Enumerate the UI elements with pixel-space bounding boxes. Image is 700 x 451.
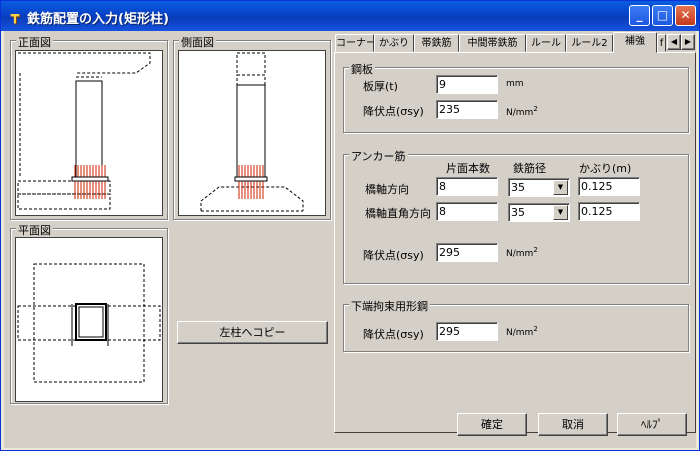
anchor-yield-label: 降伏点(σsy) bbox=[363, 249, 424, 262]
chevron-down-icon[interactable]: ▼ bbox=[553, 205, 568, 220]
anchor-title: アンカー筋 bbox=[349, 148, 408, 164]
tab-rule[interactable]: ルール bbox=[526, 34, 566, 52]
reinforcement-panel: 鋼板 板厚(t) 9 mm 降伏点(σsy) 235 N/mm2 アンカー筋 片… bbox=[334, 52, 696, 433]
bridge-axis-cover-field[interactable]: 0.125 bbox=[578, 177, 640, 196]
bridge-axis-label: 橋軸方向 bbox=[365, 183, 409, 196]
front-view-title: 正面図 bbox=[16, 34, 53, 50]
transverse-axis-diameter-select[interactable]: 35 ▼ bbox=[508, 203, 570, 222]
plan-view-title: 平面図 bbox=[16, 222, 53, 238]
thickness-unit: mm bbox=[506, 79, 524, 89]
close-button[interactable]: ✕ bbox=[675, 5, 696, 26]
tab-hoop-rebar[interactable]: 帯鉄筋 bbox=[414, 34, 459, 52]
plan-view-canvas bbox=[15, 237, 163, 402]
tab-cover[interactable]: かぶり bbox=[374, 34, 414, 52]
steel-plate-group: 鋼板 板厚(t) 9 mm 降伏点(σsy) 235 N/mm2 bbox=[343, 61, 689, 133]
plan-view-drawing bbox=[17, 263, 161, 383]
anchor-cover-header: かぶり(m) bbox=[579, 162, 632, 175]
thickness-label: 板厚(t) bbox=[363, 80, 398, 93]
bottom-steel-group: 下端拘束用形鋼 降伏点(σsy) 295 N/mm2 bbox=[343, 298, 689, 352]
tab-intermediate-hoop[interactable]: 中間帯鉄筋 bbox=[459, 34, 526, 52]
bottom-yield-unit: N/mm2 bbox=[506, 325, 538, 338]
transverse-axis-count-field[interactable]: 8 bbox=[436, 202, 498, 221]
window-title: 鉄筋配置の入力(矩形柱) bbox=[27, 12, 169, 27]
rebar-app-icon: ┳ bbox=[10, 8, 20, 24]
chevron-down-icon[interactable]: ▼ bbox=[553, 180, 568, 195]
thickness-field[interactable]: 9 bbox=[436, 75, 498, 94]
plate-yield-field[interactable]: 235 bbox=[436, 100, 498, 119]
anchor-yield-unit: N/mm2 bbox=[506, 246, 538, 259]
side-view-group: 側面図 bbox=[173, 34, 331, 220]
plan-view-group: 平面図 bbox=[10, 222, 168, 404]
minimize-button[interactable]: _ bbox=[629, 5, 650, 26]
front-view-group: 正面図 bbox=[10, 34, 168, 220]
side-view-canvas bbox=[178, 50, 326, 216]
tab-corner[interactable]: コーナー bbox=[335, 34, 374, 52]
bottom-yield-label: 降伏点(σsy) bbox=[363, 328, 424, 341]
tab-scroll-left-icon[interactable]: ◀ bbox=[667, 34, 681, 50]
maximize-button[interactable]: □ bbox=[652, 5, 673, 26]
tab-rule2[interactable]: ルール2 bbox=[566, 34, 613, 52]
bridge-axis-count-field[interactable]: 8 bbox=[436, 177, 498, 196]
anchor-diameter-header: 鉄筋径 bbox=[513, 162, 546, 175]
anchor-count-header: 片面本数 bbox=[446, 162, 490, 175]
plate-yield-label: 降伏点(σsy) bbox=[363, 105, 424, 118]
steel-plate-title: 鋼板 bbox=[349, 61, 375, 77]
tab-reinforcement[interactable]: 補強 bbox=[613, 32, 657, 53]
title-bar[interactable]: ┳ 鉄筋配置の入力(矩形柱) _ □ ✕ bbox=[1, 1, 699, 31]
client-area: 正面図 側面図 平面図 左柱へコピー コーナー かぶり 帯鉄筋 中間帯鉄筋 ルー… bbox=[4, 31, 696, 448]
tab-overflow[interactable]: f bbox=[657, 34, 666, 52]
bottom-yield-field[interactable]: 295 bbox=[436, 322, 498, 341]
anchor-group: アンカー筋 片面本数 鉄筋径 かぶり(m) 橋軸方向 8 35 ▼ 0.125 橋… bbox=[343, 148, 689, 284]
side-view-drawing bbox=[200, 52, 304, 212]
bottom-steel-title: 下端拘束用形鋼 bbox=[349, 298, 430, 314]
front-view-canvas bbox=[15, 50, 163, 216]
copy-to-left-column-button[interactable]: 左柱へコピー bbox=[177, 321, 328, 344]
side-view-title: 側面図 bbox=[179, 34, 216, 50]
plate-yield-unit: N/mm2 bbox=[506, 105, 538, 118]
help-button[interactable]: ﾍﾙﾌﾟ bbox=[617, 413, 687, 436]
cancel-button[interactable]: 取消 bbox=[538, 413, 608, 436]
transverse-axis-cover-field[interactable]: 0.125 bbox=[578, 202, 640, 221]
anchor-yield-field[interactable]: 295 bbox=[436, 243, 498, 262]
bridge-axis-diameter-select[interactable]: 35 ▼ bbox=[508, 178, 570, 197]
dialog-window: ┳ 鉄筋配置の入力(矩形柱) _ □ ✕ 正面図 側面図 平面図 左柱へコピー … bbox=[0, 0, 700, 451]
ok-button[interactable]: 確定 bbox=[457, 413, 527, 436]
front-view-drawing bbox=[17, 52, 151, 210]
transverse-axis-label: 橋軸直角方向 bbox=[365, 207, 431, 220]
tab-scroll-right-icon[interactable]: ▶ bbox=[681, 34, 695, 50]
